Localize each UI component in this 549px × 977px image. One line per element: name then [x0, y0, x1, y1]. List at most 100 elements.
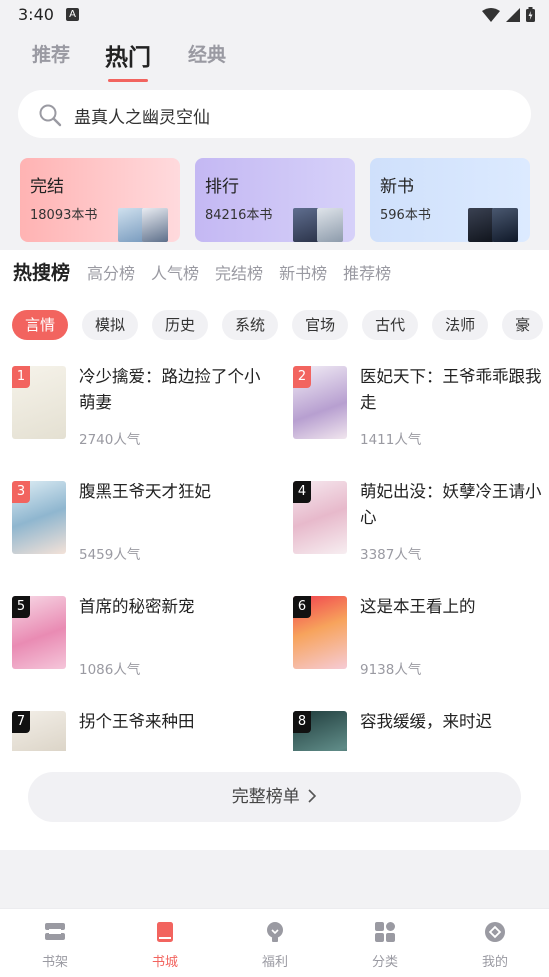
book-item-5[interactable]: 5 首席的秘密新宠 1086人气 — [12, 596, 267, 686]
rank-tab-recommended[interactable]: 推荐榜 — [343, 260, 391, 284]
chip-simulation[interactable]: 模拟 — [82, 310, 139, 340]
tab-label: 经典 — [188, 44, 227, 66]
book-popularity: 1411人气 — [360, 432, 422, 448]
active-tab-indicator — [108, 79, 148, 82]
tab-hot[interactable]: 热门 — [105, 38, 151, 82]
nav-category[interactable]: 分类 — [330, 909, 440, 977]
top-tabs: 推荐 热门 经典 — [0, 30, 549, 85]
book-cover-thumb — [293, 208, 319, 242]
book-popularity: 5459人气 — [79, 547, 141, 563]
book-cover-thumb — [118, 208, 144, 242]
book-title: 腹黑王爷天才狂妃 — [79, 482, 211, 501]
chip-officialdom[interactable]: 官场 — [292, 310, 349, 340]
chevron-right-icon — [308, 789, 317, 803]
status-icons — [482, 7, 535, 22]
search-query: 蛊真人之幽灵空仙 — [74, 108, 210, 128]
card-covers — [293, 208, 349, 242]
tab-classic[interactable]: 经典 — [188, 40, 226, 67]
rank-tab-high-score[interactable]: 高分榜 — [87, 260, 135, 284]
book-popularity: 3387人气 — [360, 547, 422, 563]
chip-ancient[interactable]: 古代 — [362, 310, 419, 340]
card-ranking[interactable]: 排行 84216本书 — [195, 158, 355, 242]
profile-icon — [485, 922, 505, 942]
rank-badge: 6 — [293, 596, 311, 618]
card-covers — [468, 208, 524, 242]
chip-mage[interactable]: 法师 — [432, 310, 489, 340]
rank-badge: 8 — [293, 711, 311, 733]
card-count: 18093本书 — [30, 208, 98, 223]
chip-more[interactable]: 豪 — [502, 310, 544, 340]
book-item-8[interactable]: 8 容我缓缓，来时迟 — [293, 711, 548, 751]
bookstore-icon — [157, 922, 173, 942]
card-title: 完结 — [30, 177, 64, 197]
chip-system[interactable]: 系统 — [222, 310, 279, 340]
card-count: 84216本书 — [205, 208, 273, 223]
notification-a-icon: A — [66, 8, 79, 21]
genre-chips: 言情 模拟 历史 系统 官场 古代 法师豪 — [12, 310, 549, 342]
full-list-button[interactable]: 完整榜单 — [28, 772, 521, 822]
category-icon — [375, 922, 395, 942]
chip-romance[interactable]: 言情 — [12, 310, 69, 340]
card-new-books[interactable]: 新书 596本书 — [370, 158, 530, 242]
book-cover-thumb — [317, 208, 343, 242]
card-title: 排行 — [205, 177, 239, 197]
full-list-label: 完整榜单 — [231, 787, 300, 807]
book-cover-thumb — [492, 208, 518, 242]
tab-label: 推荐 — [32, 44, 71, 66]
book-title: 这是本王看上的 — [360, 597, 476, 616]
book-popularity: 1086人气 — [79, 662, 141, 678]
book-item-7[interactable]: 7 拐个王爷来种田 — [12, 711, 267, 751]
book-title: 首席的秘密新宠 — [79, 597, 195, 616]
chip-history[interactable]: 历史 — [152, 310, 209, 340]
rank-badge: 2 — [293, 366, 311, 388]
rank-tab-popularity[interactable]: 人气榜 — [151, 260, 199, 284]
card-count: 596本书 — [380, 208, 431, 223]
rank-tab-new-books[interactable]: 新书榜 — [279, 260, 327, 284]
book-title: 医妃天下：王爷乖乖跟我走 — [360, 367, 542, 412]
nav-mine[interactable]: 我的 — [440, 909, 549, 977]
battery-icon — [526, 7, 535, 22]
rank-tab-hot-search[interactable]: 热搜榜 — [13, 258, 70, 285]
card-completed[interactable]: 完结 18093本书 — [20, 158, 180, 242]
ranking-panel: 热搜榜 高分榜 人气榜 完结榜 新书榜 推荐榜 言情 模拟 历史 系统 官场 古代 法师豪 … — [0, 250, 549, 850]
book-title: 冷少擒爱：路边捡了个小萌妻 — [79, 367, 261, 412]
book-title: 容我缓缓，来时迟 — [360, 712, 492, 731]
bulb-icon — [267, 922, 283, 942]
book-cover-thumb — [468, 208, 494, 242]
book-title: 萌妃出没：妖孽冷王请小心 — [360, 482, 542, 527]
nav-label: 分类 — [371, 955, 398, 970]
rank-badge: 3 — [12, 481, 30, 503]
rank-badge: 1 — [12, 366, 30, 388]
book-item-4[interactable]: 4 萌妃出没：妖孽冷王请小心 3387人气 — [293, 481, 548, 571]
signal-icon — [506, 7, 520, 22]
wifi-icon — [482, 7, 500, 22]
nav-bookstore[interactable]: 书城 — [110, 909, 220, 977]
book-popularity: 2740人气 — [79, 432, 141, 448]
card-covers — [118, 208, 174, 242]
rank-tab-completed[interactable]: 完结榜 — [215, 260, 263, 284]
book-item-2[interactable]: 2 医妃天下：王爷乖乖跟我走 1411人气 — [293, 366, 548, 456]
rank-badge: 5 — [12, 596, 30, 618]
card-title: 新书 — [380, 177, 414, 197]
tab-recommend[interactable]: 推荐 — [32, 40, 70, 67]
status-time: 3:40 — [18, 5, 54, 24]
search-input[interactable]: 蛊真人之幽灵空仙 — [18, 90, 531, 138]
book-cover-thumb — [142, 208, 168, 242]
bottom-nav: 书架 书城 福利 分类 我的 — [0, 908, 549, 977]
book-item-6[interactable]: 6 这是本王看上的 9138人气 — [293, 596, 548, 686]
ranking-tabs: 热搜榜 高分榜 人气榜 完结榜 新书榜 推荐榜 — [13, 258, 407, 285]
book-item-1[interactable]: 1 冷少擒爱：路边捡了个小萌妻 2740人气 — [12, 366, 267, 456]
book-item-3[interactable]: 3 腹黑王爷天才狂妃 5459人气 — [12, 481, 267, 571]
tab-label: 热门 — [105, 45, 151, 71]
book-popularity: 9138人气 — [360, 662, 422, 678]
search-icon — [39, 104, 62, 127]
rank-badge: 7 — [12, 711, 30, 733]
nav-label: 书城 — [151, 955, 178, 970]
nav-bookshelf[interactable]: 书架 — [0, 909, 110, 977]
nav-label: 福利 — [261, 955, 288, 970]
status-bar: 3:40 A — [0, 0, 549, 30]
nav-welfare[interactable]: 福利 — [220, 909, 330, 977]
bookshelf-icon — [45, 923, 65, 940]
nav-label: 我的 — [481, 955, 508, 970]
nav-label: 书架 — [41, 955, 68, 970]
